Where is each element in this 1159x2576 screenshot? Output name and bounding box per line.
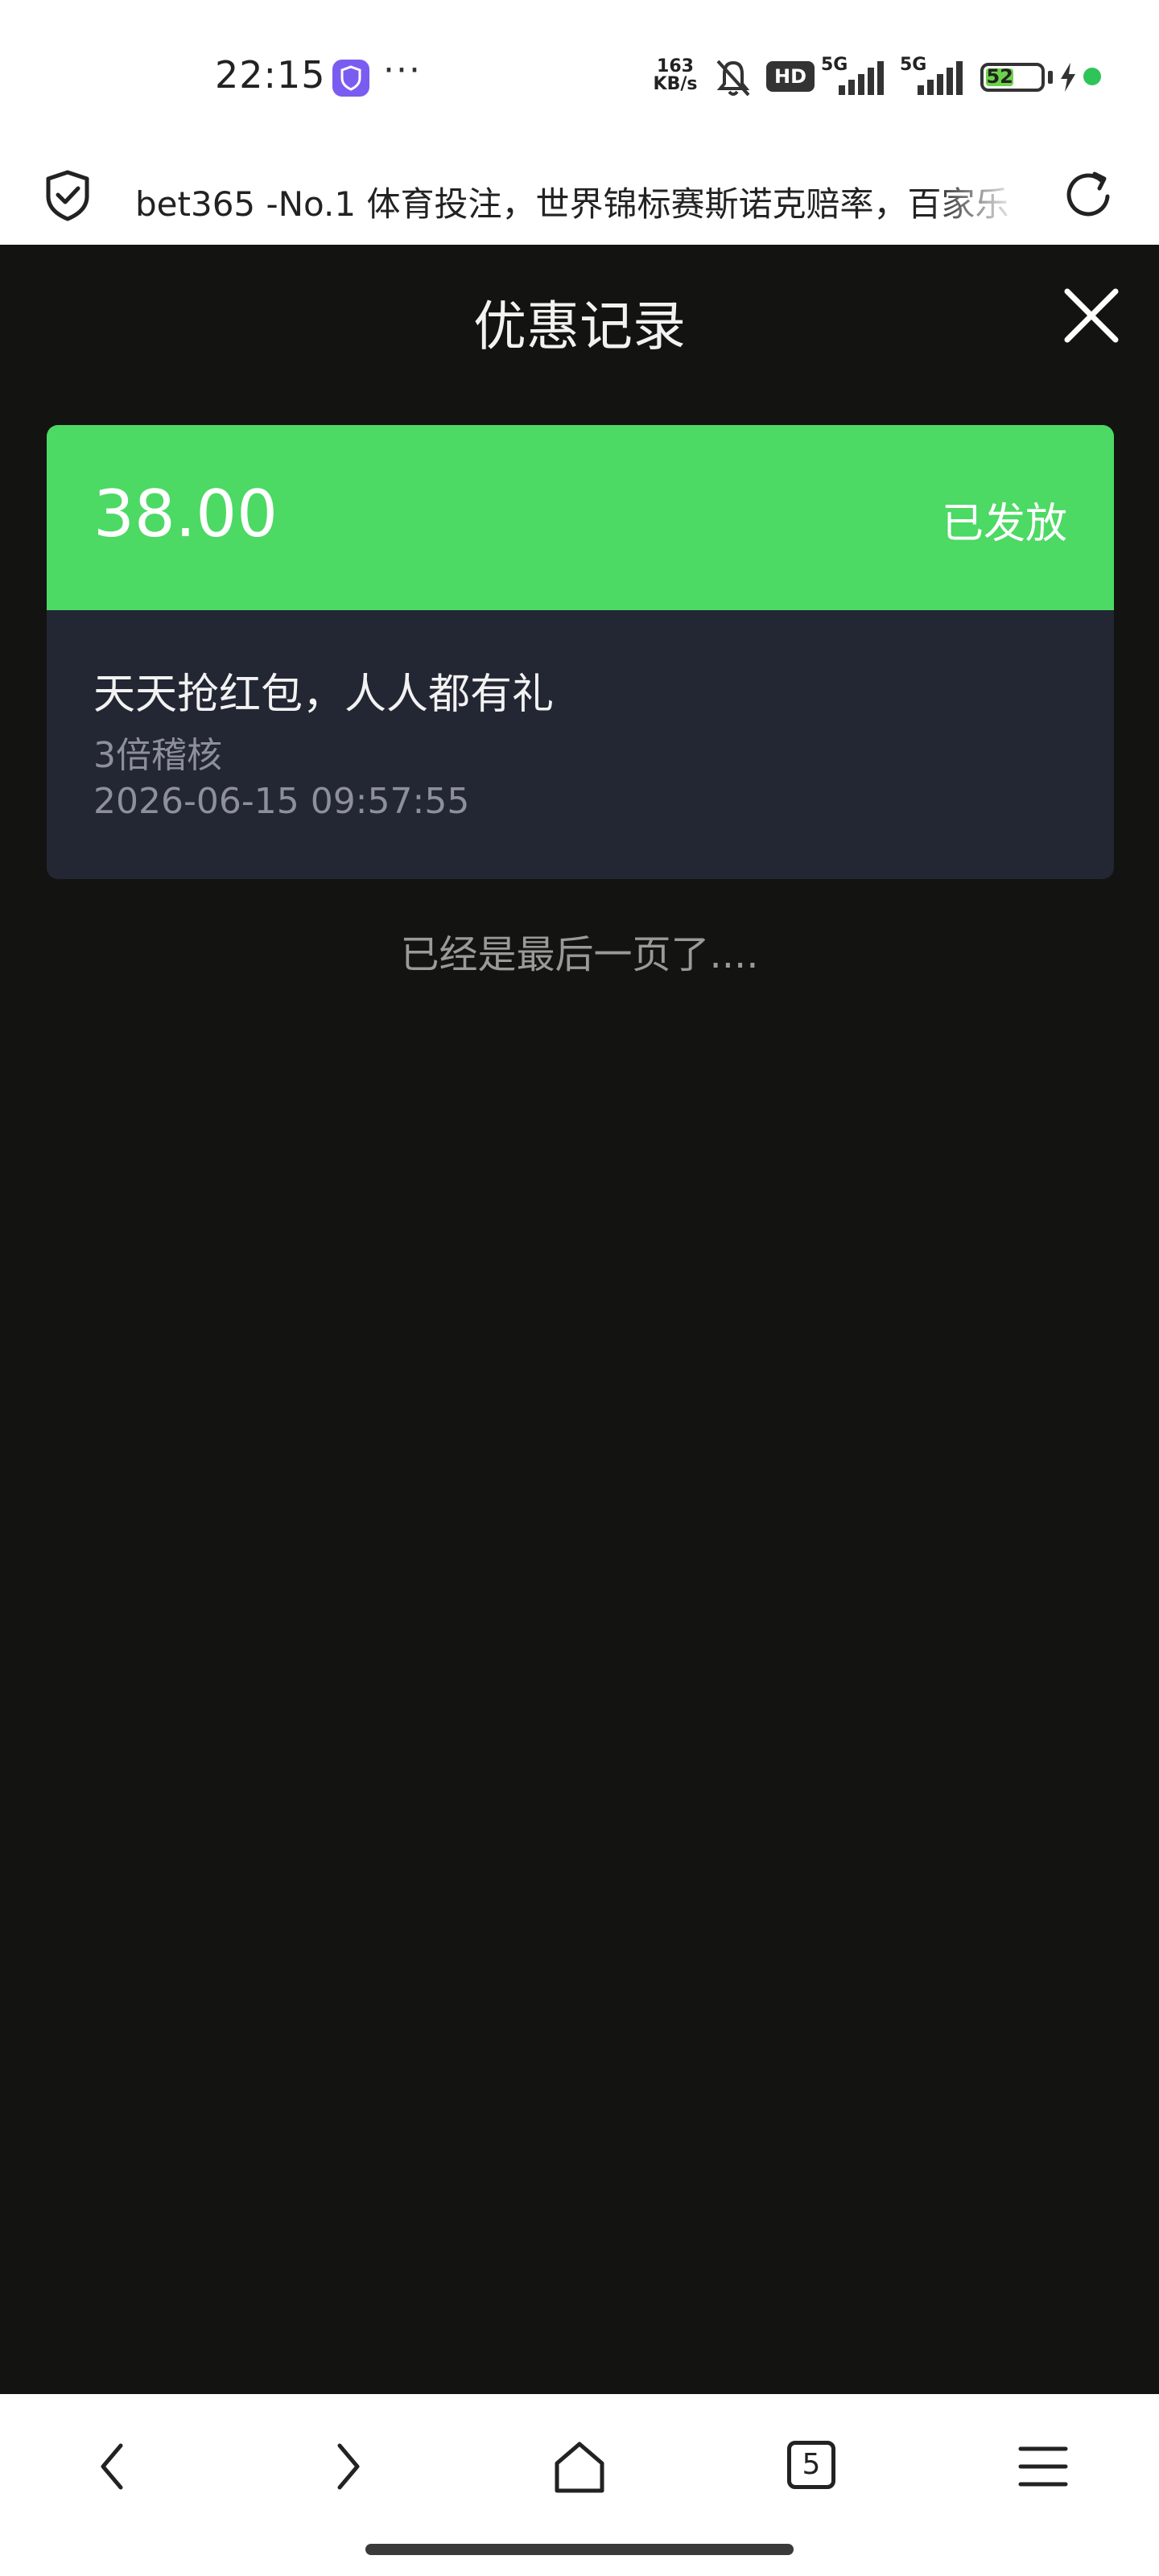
net-speed: 163 KB/s	[647, 58, 703, 93]
page-url-title[interactable]: bet365 -No.1 体育投注，世界锦标赛斯诺克赔率，百家乐	[135, 177, 1021, 226]
app-shield-icon	[332, 60, 369, 97]
charging-icon	[1061, 63, 1075, 92]
home-icon	[555, 2442, 604, 2493]
charge-indicator-dot	[1083, 68, 1101, 85]
hd-label: HD	[773, 65, 806, 88]
record-card-header: 38.00 已发放	[47, 425, 1114, 610]
hd-icon: HD	[766, 61, 815, 92]
battery-icon: 52	[980, 63, 1045, 92]
gesture-home-indicator[interactable]	[365, 2544, 794, 2555]
promo-record-card[interactable]: 38.00 已发放 天天抢红包，人人都有礼 3倍稽核 2026-06-15 09…	[47, 425, 1114, 879]
record-amount: 38.00	[93, 477, 278, 551]
mute-bell-icon	[716, 60, 750, 97]
page-title: 优惠记录	[473, 295, 686, 357]
record-title: 天天抢红包，人人都有礼	[93, 671, 555, 719]
battery-tip	[1048, 71, 1053, 84]
home-button[interactable]	[539, 2426, 620, 2507]
net-speed-value: 163	[657, 56, 694, 76]
forward-button[interactable]	[306, 2426, 386, 2507]
record-timestamp: 2026-06-15 09:57:55	[93, 781, 470, 822]
end-of-list-text: 已经是最后一页了....	[400, 932, 759, 977]
record-card-body: 天天抢红包，人人都有礼 3倍稽核 2026-06-15 09:57:55	[47, 610, 1114, 879]
close-icon[interactable]	[1061, 285, 1122, 346]
reload-icon[interactable]	[1061, 155, 1119, 235]
record-subtitle: 3倍稽核	[93, 735, 222, 776]
signal-5g-icon	[918, 61, 963, 95]
shield-check-icon[interactable]	[42, 155, 93, 235]
browser-bottom-nav: 5	[0, 2394, 1159, 2576]
browser-url-bar[interactable]: bet365 -No.1 体育投注，世界锦标赛斯诺克赔率，百家乐	[0, 145, 1159, 245]
battery-level: 52	[986, 65, 1013, 88]
net-speed-unit: KB/s	[653, 74, 698, 94]
menu-button[interactable]	[1003, 2426, 1083, 2507]
menu-icon	[1018, 2446, 1068, 2487]
tabs-button[interactable]: 5	[771, 2426, 852, 2507]
back-icon	[101, 2443, 123, 2490]
more-dots: ···	[383, 50, 422, 91]
record-status: 已发放	[941, 500, 1067, 548]
signal-5g-icon	[839, 61, 884, 95]
battery-fill: 52	[986, 65, 1014, 88]
tabs-icon: 5	[787, 2441, 835, 2489]
back-button[interactable]	[74, 2426, 155, 2507]
status-time: 22:15	[215, 53, 326, 97]
status-bar: 22:15 ··· 163 KB/s HD 5G 5G 52	[0, 0, 1159, 145]
forward-icon	[337, 2443, 360, 2490]
page-header: 优惠记录	[0, 245, 1159, 390]
